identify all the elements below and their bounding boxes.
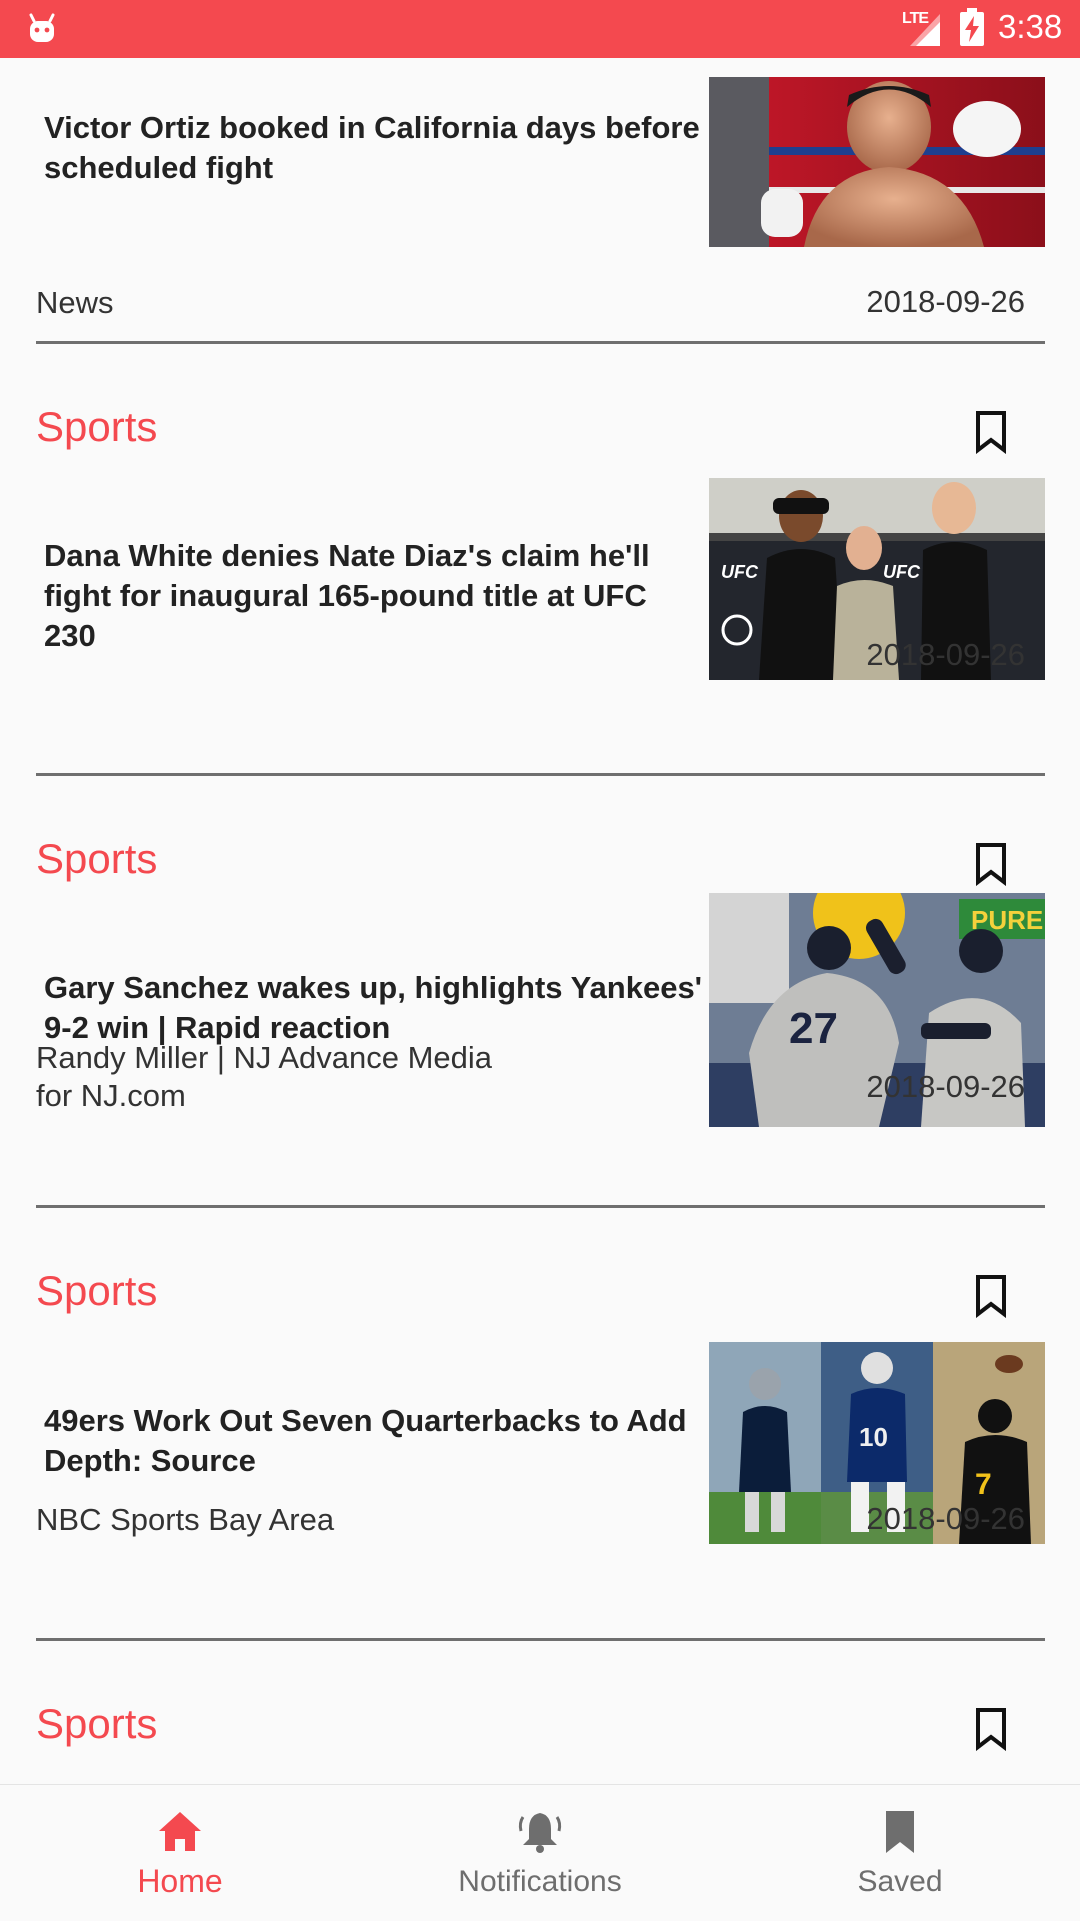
bottom-navigation: Home Notifications Saved xyxy=(0,1784,1080,1921)
news-card[interactable]: Victor Ortiz booked in California days b… xyxy=(0,58,1080,353)
nav-label-notifications: Notifications xyxy=(458,1865,622,1898)
home-icon xyxy=(159,1812,201,1851)
card-divider xyxy=(36,1205,1045,1208)
news-source: News xyxy=(36,285,114,320)
card-divider xyxy=(36,1638,1045,1641)
news-headline[interactable]: 49ers Work Out Seven Quarterbacks to Add… xyxy=(44,1401,704,1481)
clock: 3:38 xyxy=(998,8,1063,45)
svg-text:27: 27 xyxy=(789,1004,838,1053)
nav-home[interactable]: Home xyxy=(30,1785,330,1921)
bookmark-outline-icon[interactable] xyxy=(974,1274,1008,1318)
news-headline[interactable]: Victor Ortiz booked in California days b… xyxy=(44,108,704,188)
news-date: 2018-09-26 xyxy=(866,1069,1025,1104)
news-date: 2018-09-26 xyxy=(866,637,1025,672)
news-category: Sports xyxy=(36,1267,158,1314)
nav-label-home: Home xyxy=(137,1863,223,1899)
news-headline[interactable]: Dana White denies Nate Diaz's claim he'l… xyxy=(44,536,704,656)
nav-notifications[interactable]: Notifications xyxy=(390,1785,690,1921)
nav-label-saved: Saved xyxy=(857,1865,943,1898)
card-divider xyxy=(36,341,1045,344)
news-date: 2018-09-26 xyxy=(866,284,1025,319)
status-bar: LTE 3:38 xyxy=(0,0,1080,58)
news-card[interactable]: Sports Dana White denies Nate Diaz's cla… xyxy=(0,353,1080,785)
battery-charging-icon xyxy=(960,8,984,46)
svg-text:UFC: UFC xyxy=(721,562,759,582)
boxer-photo[interactable] xyxy=(709,77,1045,247)
bookmark-filled-icon xyxy=(886,1811,914,1853)
card-divider xyxy=(36,773,1045,776)
bookmark-outline-icon[interactable] xyxy=(974,842,1008,886)
news-date: 2018-09-26 xyxy=(866,1501,1025,1536)
news-card[interactable]: Sports Gary Sanchez wakes up, highlights… xyxy=(0,785,1080,1217)
svg-text:10: 10 xyxy=(859,1422,888,1452)
news-source: Randy Miller | NJ Advance Media for NJ.c… xyxy=(36,1040,493,1113)
svg-text:7: 7 xyxy=(975,1468,992,1501)
news-category: Sports xyxy=(36,1700,158,1747)
android-app-icon xyxy=(29,13,55,42)
news-source: NBC Sports Bay Area xyxy=(36,1502,335,1537)
svg-text:UFC: UFC xyxy=(883,562,921,582)
bookmark-outline-icon[interactable] xyxy=(974,410,1008,454)
news-feed[interactable]: Victor Ortiz booked in California days b… xyxy=(0,58,1080,1784)
news-headline[interactable]: Gary Sanchez wakes up, highlights Yankee… xyxy=(44,968,704,1048)
news-category: Sports xyxy=(36,835,158,882)
news-card[interactable]: Sports xyxy=(0,1650,1080,1784)
bell-icon xyxy=(518,1813,562,1853)
nav-saved[interactable]: Saved xyxy=(750,1785,1050,1921)
signal-icon xyxy=(910,14,940,46)
news-card[interactable]: Sports 49ers Work Out Seven Quarterbacks… xyxy=(0,1217,1080,1650)
bookmark-outline-icon[interactable] xyxy=(974,1707,1008,1751)
news-category: Sports xyxy=(36,403,158,450)
